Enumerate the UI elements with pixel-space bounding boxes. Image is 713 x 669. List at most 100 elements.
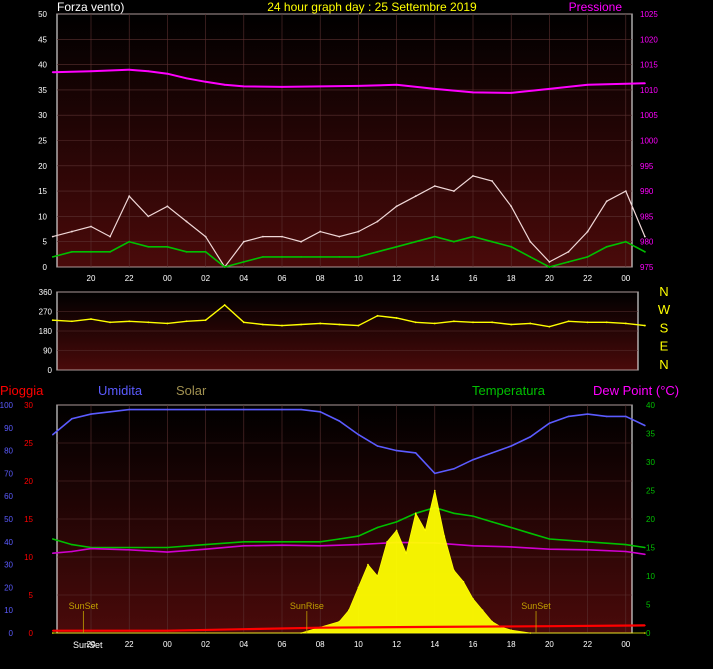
p1-right-tick-label: 990 <box>640 187 654 196</box>
p1-right-tick-label: 975 <box>640 263 654 272</box>
temperature-point <box>625 543 627 546</box>
p3-humidity-tick-label: 30 <box>4 561 13 570</box>
p1-wind-point <box>128 240 131 243</box>
p3-temperature-tick-label: 20 <box>646 515 655 524</box>
p1-wind-point <box>548 266 551 268</box>
humidity-point <box>357 433 360 436</box>
humidity-point <box>128 408 130 411</box>
humidity-point <box>319 411 322 413</box>
p1-pressure-point <box>472 91 474 94</box>
wind-direction-point <box>433 322 436 325</box>
humidity-point <box>529 436 532 438</box>
p1-gust-point <box>204 235 207 238</box>
rain-point <box>166 629 169 632</box>
p1-right-tick-label: 1005 <box>640 111 658 120</box>
wind-direction-point <box>128 320 131 323</box>
dewpoint-label: Dew Point (°C) <box>593 383 679 398</box>
p1-right-tick-label: 1015 <box>640 61 658 70</box>
p1-left-tick-label: 0 <box>43 263 48 272</box>
p1-gust-point <box>605 200 608 203</box>
p1-pressure-point <box>51 71 54 74</box>
p1-x-tick-label: 10 <box>354 274 363 283</box>
p3-x-tick-label: 04 <box>239 640 248 649</box>
panel1-x-ticks: 20 22 00 02 04 06 08 10 12 14 16 18 20 22 00 <box>87 274 631 283</box>
p1-wind-point <box>71 250 73 253</box>
p2-y-tick-label: 90 <box>43 347 52 356</box>
wind-direction-point <box>338 323 341 326</box>
wind-direction-point <box>147 321 150 324</box>
humidity-point <box>281 408 283 411</box>
humidity-point <box>510 445 512 447</box>
rain-point <box>644 624 646 627</box>
p3-temperature-tick-label: 10 <box>646 572 655 581</box>
temperature-point <box>71 543 73 546</box>
p3-x-tick-label: 06 <box>278 640 287 649</box>
p1-wind-point <box>242 261 245 263</box>
temperature-point <box>453 512 455 515</box>
p1-gust-point <box>529 240 532 243</box>
p1-wind-point <box>376 250 379 253</box>
p1-x-tick-label: 22 <box>125 274 134 283</box>
wind-direction-point <box>395 317 398 319</box>
temperature-point <box>491 521 493 523</box>
dewpoint-point <box>357 543 360 546</box>
bottom-sunset-label: SunSet <box>73 640 103 650</box>
p1-wind-point <box>491 240 493 243</box>
dewpoint-point <box>243 544 245 547</box>
rain-point <box>548 625 551 627</box>
p1-x-tick-label: 06 <box>278 274 287 283</box>
solar-point <box>52 632 54 634</box>
wind-direction-point <box>586 321 589 324</box>
p1-gust-point <box>281 235 283 238</box>
p1-wind-point <box>357 255 360 258</box>
p1-wind-point <box>223 266 226 268</box>
dewpoint-point <box>166 551 169 553</box>
rain-point <box>52 629 54 632</box>
weather-chart: Forza vento) 24 hour graph day : 25 Sett… <box>0 0 679 650</box>
p3-x-tick-label: 20 <box>545 640 554 649</box>
p2-y-tick-label: 270 <box>39 308 53 317</box>
temperature-point <box>529 532 532 535</box>
p1-gust-point <box>109 235 111 238</box>
p1-gust-point <box>376 220 379 223</box>
p3-humidity-tick-label: 60 <box>4 492 13 501</box>
p1-gust-point <box>395 205 398 208</box>
p1-wind-point <box>109 250 111 253</box>
wind-direction-point <box>262 323 264 326</box>
p3-rain-tick-label: 0 <box>29 629 34 638</box>
humidity-point <box>395 449 398 452</box>
wind-direction-point <box>472 321 474 324</box>
p3-humidity-tick-label: 0 <box>9 629 14 638</box>
humidity-point <box>71 417 73 420</box>
p3-humidity-tick-label: 90 <box>4 424 13 433</box>
rain-point <box>319 626 322 629</box>
solar-point <box>300 632 302 634</box>
p1-pressure-point <box>185 77 188 80</box>
p1-wind-point <box>529 255 532 258</box>
dewpoint-point <box>586 548 589 551</box>
p1-x-tick-label: 02 <box>201 274 210 283</box>
p1-wind-point <box>204 250 207 253</box>
solar-point <box>434 489 436 492</box>
p1-left-tick-label: 40 <box>38 61 47 70</box>
p1-pressure-point <box>204 80 207 83</box>
p3-humidity-tick-label: 100 <box>0 401 14 410</box>
climate-panel: Pioggia Umidita Solar Temperatura Dew Po… <box>0 383 679 650</box>
humidity-point <box>434 472 436 475</box>
p1-x-tick-label: 14 <box>430 274 439 283</box>
solar-label: Solar <box>176 383 207 398</box>
compass-labels: NWSEN <box>658 284 671 372</box>
right-axis-label: Pressione <box>569 0 623 14</box>
p2-y-tick-label: 360 <box>39 288 53 297</box>
p3-x-tick-label: 14 <box>430 640 439 649</box>
humidity-point <box>243 408 245 411</box>
p1-gust-point <box>51 235 54 238</box>
humidity-point <box>472 458 474 461</box>
solar-point <box>481 609 484 611</box>
solar-point <box>376 575 379 577</box>
solar-point <box>395 529 398 532</box>
p3-temperature-tick-label: 35 <box>646 430 655 439</box>
p3-temperature-tick-label: 30 <box>646 458 655 467</box>
dewpoint-point <box>90 547 92 550</box>
humidity-point <box>567 415 570 418</box>
